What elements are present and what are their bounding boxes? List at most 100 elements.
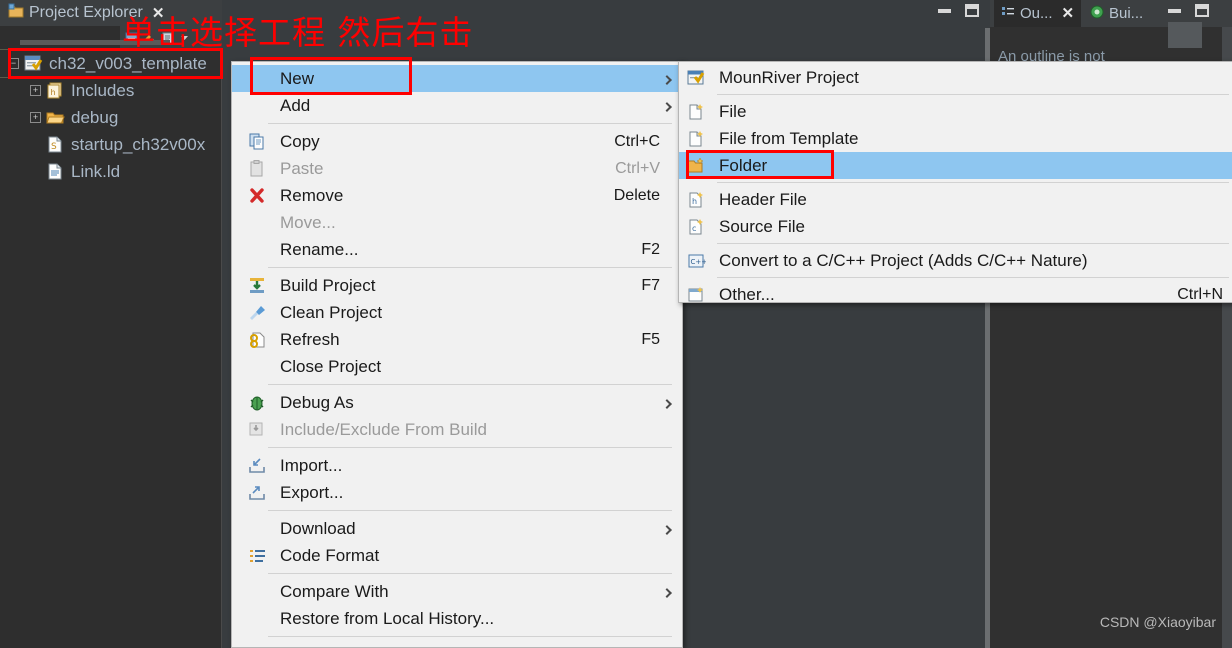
paste-icon xyxy=(248,159,270,178)
tab-outline[interactable]: Ou... ✕ xyxy=(994,0,1082,27)
menu-item-label: Download xyxy=(280,518,356,538)
annotation-box-new-menu-item xyxy=(250,57,412,95)
annotation-instruction-text: 单击选择工程 然后右击 xyxy=(122,13,474,52)
submenu-item-label: File from Template xyxy=(719,128,859,148)
remove-icon xyxy=(248,187,270,205)
minimize-icon[interactable] xyxy=(938,8,951,13)
submenu-item-source-file[interactable]: c Source File xyxy=(679,213,1232,240)
menu-item-label: Import... xyxy=(280,455,343,475)
submenu-item-file-from-template[interactable]: File from Template xyxy=(679,125,1232,152)
maximize-icon[interactable] xyxy=(1195,4,1209,17)
assembly-file-icon: S xyxy=(46,136,65,154)
window-controls-left-group[interactable] xyxy=(938,4,979,17)
tree-item-debug[interactable]: + debug xyxy=(0,104,222,131)
menu-separator xyxy=(268,123,672,124)
blank-icon xyxy=(248,97,270,115)
svg-text:h: h xyxy=(692,197,697,206)
mounriver-project-icon xyxy=(687,69,709,87)
submenu-item-label: Other... xyxy=(719,284,775,304)
new-submenu[interactable]: MounRiver Project File File from Templat… xyxy=(678,61,1232,304)
outline-icon xyxy=(1001,5,1015,23)
menu-separator xyxy=(268,510,672,511)
menu-item-download[interactable]: Download xyxy=(232,515,682,542)
menu-item-refresh[interactable]: Refresh F5 xyxy=(232,326,682,353)
submenu-item-convert-to-cpp-project[interactable]: C++ Convert to a C/C++ Project (Adds C/C… xyxy=(679,247,1232,274)
submenu-item-header-file[interactable]: h Header File xyxy=(679,186,1232,213)
svg-text:S: S xyxy=(51,142,57,152)
tab-build-targets[interactable]: Bui... xyxy=(1083,0,1150,27)
submenu-item-other[interactable]: Other... Ctrl+N xyxy=(679,281,1232,308)
menu-item-move: Move... xyxy=(232,209,682,236)
menu-item-label: Build Project xyxy=(280,275,376,295)
menu-item-label: Rename... xyxy=(280,239,359,259)
submenu-item-label: File xyxy=(719,101,747,121)
submenu-separator xyxy=(717,182,1229,183)
menu-item-label: Code Format xyxy=(280,545,380,565)
tree-item-label: debug xyxy=(71,107,119,127)
code-format-icon xyxy=(248,547,270,565)
menu-item-remove[interactable]: Remove Delete xyxy=(232,182,682,209)
annotation-box-folder-menu-item xyxy=(686,150,834,179)
source-file-icon: c xyxy=(687,218,709,236)
maximize-icon[interactable] xyxy=(965,4,979,17)
menu-item-restore-from-local-history[interactable]: Restore from Local History... xyxy=(232,605,682,632)
tree-item-startup-ch32v00x[interactable]: S startup_ch32v00x xyxy=(0,131,222,158)
svg-text:c: c xyxy=(692,224,696,233)
menu-item-code-format[interactable]: Code Format xyxy=(232,542,682,569)
submenu-item-label: Convert to a C/C++ Project (Adds C/C++ N… xyxy=(719,250,1088,270)
tree-item-includes[interactable]: + h Includes xyxy=(0,77,222,104)
submenu-item-label: Header File xyxy=(719,189,807,209)
other-icon xyxy=(687,286,709,304)
includes-icon: h xyxy=(46,82,65,100)
menu-item-label: Move... xyxy=(280,212,336,232)
menu-item-label: Remove xyxy=(280,185,344,205)
submenu-item-file[interactable]: File xyxy=(679,98,1232,125)
project-context-menu[interactable]: New Add Copy Ctrl+C Paste Ctrl+V Remove … xyxy=(231,61,683,648)
menu-item-import[interactable]: Import... xyxy=(232,452,682,479)
watermark: CSDN @Xiaoyibar xyxy=(1099,614,1216,630)
menu-item-paste: Paste Ctrl+V xyxy=(232,155,682,182)
menu-item-label: Add xyxy=(280,95,311,115)
clean-icon xyxy=(248,304,270,322)
blank-icon xyxy=(248,358,270,376)
menu-item-add[interactable]: Add xyxy=(232,92,682,119)
menu-item-accel: F5 xyxy=(641,330,660,348)
expand-expander-icon[interactable]: + xyxy=(30,112,41,123)
menu-item-export[interactable]: Export... xyxy=(232,479,682,506)
close-icon[interactable]: ✕ xyxy=(1062,6,1075,21)
window-controls-right-group[interactable] xyxy=(1168,4,1209,17)
minimize-icon[interactable] xyxy=(1168,8,1181,13)
submenu-separator xyxy=(717,94,1229,95)
menu-item-close-project[interactable]: Close Project xyxy=(232,353,682,380)
expand-expander-icon[interactable]: + xyxy=(30,85,41,96)
build-target-icon xyxy=(1090,5,1104,23)
menu-item-label: Close Project xyxy=(280,356,382,376)
menu-item-label: Compare With xyxy=(280,581,389,601)
folder-icon xyxy=(46,109,65,127)
import-icon xyxy=(248,457,270,475)
build-icon xyxy=(248,277,270,295)
file-template-icon xyxy=(687,130,709,148)
menu-item-build-project[interactable]: Build Project F7 xyxy=(232,272,682,299)
submenu-separator xyxy=(717,243,1229,244)
copy-icon xyxy=(248,133,270,151)
tree-item-label: Link.ld xyxy=(71,161,121,181)
menu-item-clean-project[interactable]: Clean Project xyxy=(232,299,682,326)
annotation-box-project-node xyxy=(8,48,223,79)
menu-item-rename[interactable]: Rename... F2 xyxy=(232,236,682,263)
linker-file-icon xyxy=(46,163,65,181)
menu-item-copy[interactable]: Copy Ctrl+C xyxy=(232,128,682,155)
menu-separator xyxy=(268,573,672,574)
tree-item-label: Includes xyxy=(71,80,135,100)
submenu-item-label: MounRiver Project xyxy=(719,67,859,87)
menu-item-debug-as[interactable]: Debug As xyxy=(232,389,682,416)
submenu-item-mounriver-project[interactable]: MounRiver Project xyxy=(679,64,1232,91)
svg-text:h: h xyxy=(51,88,56,97)
svg-text:C++: C++ xyxy=(691,258,707,266)
menu-item-accel: Ctrl+C xyxy=(614,132,660,150)
tree-item-link-ld[interactable]: Link.ld xyxy=(0,158,222,185)
menu-item-label: Copy xyxy=(280,131,320,151)
project-explorer-icon xyxy=(8,3,24,24)
menu-item-compare-with[interactable]: Compare With xyxy=(232,578,682,605)
menu-item-label: Debug As xyxy=(280,392,354,412)
